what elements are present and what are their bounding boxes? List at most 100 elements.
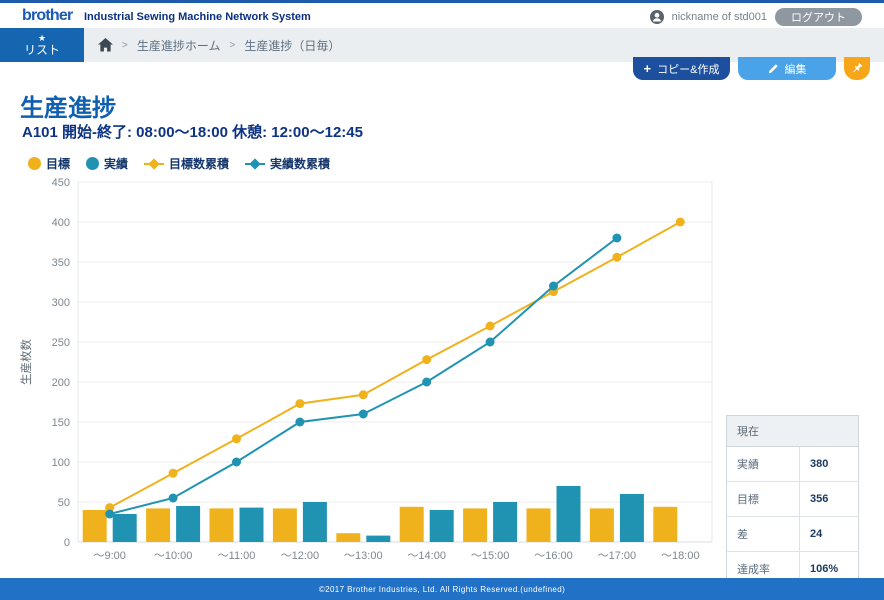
bar[interactable] xyxy=(400,507,424,542)
bar[interactable] xyxy=(210,508,234,542)
bar[interactable] xyxy=(493,502,517,542)
x-tick-label: 〜12:00 xyxy=(281,550,320,562)
chart-svg: 050100150200250300350400450〜9:00〜10:00〜1… xyxy=(0,170,720,570)
y-tick-label: 50 xyxy=(58,497,70,509)
summary-label: 目標 xyxy=(727,482,800,517)
bar[interactable] xyxy=(113,514,137,542)
cumulative-line xyxy=(110,238,617,514)
action-buttons: + コピー&作成 編集 xyxy=(633,57,870,80)
summary-label: 差 xyxy=(727,517,800,552)
x-tick-label: 〜14:00 xyxy=(407,550,446,562)
x-tick-label: 〜16:00 xyxy=(534,550,573,562)
table-row: 差 24 xyxy=(727,517,859,552)
line-point[interactable] xyxy=(676,218,685,227)
bar[interactable] xyxy=(557,486,581,542)
x-tick-label: 〜18:00 xyxy=(661,550,700,562)
pushpin-icon xyxy=(850,61,864,76)
y-tick-label: 300 xyxy=(52,297,70,309)
bar[interactable] xyxy=(653,507,677,542)
breadcrumb-separator: > xyxy=(230,40,236,51)
summary-header: 現在 xyxy=(727,416,859,447)
y-tick-label: 200 xyxy=(52,377,70,389)
bar[interactable] xyxy=(336,533,360,542)
bar[interactable] xyxy=(430,510,454,542)
line-point[interactable] xyxy=(612,234,621,243)
app-header: brother Industrial Sewing Machine Networ… xyxy=(0,3,884,28)
user-nickname: nickname of std001 xyxy=(672,11,767,23)
tab-list-label: リスト xyxy=(24,43,60,57)
actual-dot-icon xyxy=(86,157,99,170)
x-tick-label: 〜9:00 xyxy=(93,550,125,562)
bar[interactable] xyxy=(83,510,107,542)
y-tick-label: 100 xyxy=(52,457,70,469)
sidebar-tab-list[interactable]: ★ リスト xyxy=(0,28,84,62)
line-point[interactable] xyxy=(486,322,495,331)
app-title: Industrial Sewing Machine Network System xyxy=(84,11,311,23)
pin-button[interactable] xyxy=(844,57,870,80)
user-area: nickname of std001 ログアウト xyxy=(650,7,862,27)
bar[interactable] xyxy=(620,494,644,542)
line-point[interactable] xyxy=(169,469,178,478)
line-point[interactable] xyxy=(232,458,241,467)
page-footer: ©2017 Brother Industries, Ltd. All Right… xyxy=(0,578,884,600)
page-subtitle: A101 開始-終了: 08:00〜18:00 休憩: 12:00〜12:45 xyxy=(22,121,363,142)
x-tick-label: 〜13:00 xyxy=(344,550,383,562)
bar[interactable] xyxy=(303,502,327,542)
x-tick-label: 〜11:00 xyxy=(218,550,256,562)
line-point[interactable] xyxy=(422,355,431,364)
summary-label: 実績 xyxy=(727,447,800,482)
line-point[interactable] xyxy=(422,378,431,387)
breadcrumb-current: 生産進捗（日毎） xyxy=(244,37,340,54)
edit-button[interactable]: 編集 xyxy=(738,57,836,80)
bar[interactable] xyxy=(176,506,200,542)
logout-button[interactable]: ログアウト xyxy=(775,8,862,26)
x-tick-label: 〜17:00 xyxy=(598,550,637,562)
x-tick-label: 〜10:00 xyxy=(154,550,193,562)
bar[interactable] xyxy=(590,508,614,542)
copy-create-label: コピー&作成 xyxy=(657,61,719,77)
copy-create-button[interactable]: + コピー&作成 xyxy=(633,57,730,80)
line-point[interactable] xyxy=(232,434,241,443)
line-point[interactable] xyxy=(359,390,368,399)
summary-value: 24 xyxy=(800,517,859,552)
page-title: 生産進捗 xyxy=(20,88,116,123)
table-row: 目標 356 xyxy=(727,482,859,517)
summary-value: 356 xyxy=(800,482,859,517)
table-row: 実績 380 xyxy=(727,447,859,482)
line-point[interactable] xyxy=(295,418,304,427)
breadcrumb-home[interactable]: 生産進捗ホーム xyxy=(137,37,221,54)
breadcrumb: > 生産進捗ホーム > 生産進捗（日毎） xyxy=(98,28,340,62)
production-chart: 050100150200250300350400450〜9:00〜10:00〜1… xyxy=(0,170,720,570)
y-tick-label: 250 xyxy=(52,337,70,349)
line-point[interactable] xyxy=(169,494,178,503)
edit-label: 編集 xyxy=(785,61,807,77)
home-icon[interactable] xyxy=(98,38,113,52)
line-point[interactable] xyxy=(612,253,621,262)
cumulative-line xyxy=(110,222,681,508)
breadcrumb-separator: > xyxy=(122,40,128,51)
y-tick-label: 150 xyxy=(52,417,70,429)
brother-logo: brother xyxy=(22,7,72,25)
star-icon: ★ xyxy=(38,33,46,43)
bar[interactable] xyxy=(146,508,170,542)
x-tick-label: 〜15:00 xyxy=(471,550,510,562)
line-point[interactable] xyxy=(295,399,304,408)
y-tick-label: 450 xyxy=(52,177,70,189)
plus-icon: + xyxy=(644,62,652,75)
target-dot-icon xyxy=(28,157,41,170)
current-summary-table: 現在 実績 380 目標 356 差 24 達成率 106% xyxy=(726,415,859,587)
target-line-icon xyxy=(144,163,164,165)
line-point[interactable] xyxy=(105,510,114,519)
y-axis-title: 生産枚数 xyxy=(19,339,33,385)
y-tick-label: 350 xyxy=(52,257,70,269)
bar[interactable] xyxy=(463,508,487,542)
pencil-icon xyxy=(768,63,779,74)
bar[interactable] xyxy=(273,508,297,542)
bar[interactable] xyxy=(366,536,390,542)
bar[interactable] xyxy=(240,508,264,542)
line-point[interactable] xyxy=(549,282,558,291)
line-point[interactable] xyxy=(486,338,495,347)
line-point[interactable] xyxy=(359,410,368,419)
user-icon xyxy=(650,10,664,24)
bar[interactable] xyxy=(527,508,551,542)
